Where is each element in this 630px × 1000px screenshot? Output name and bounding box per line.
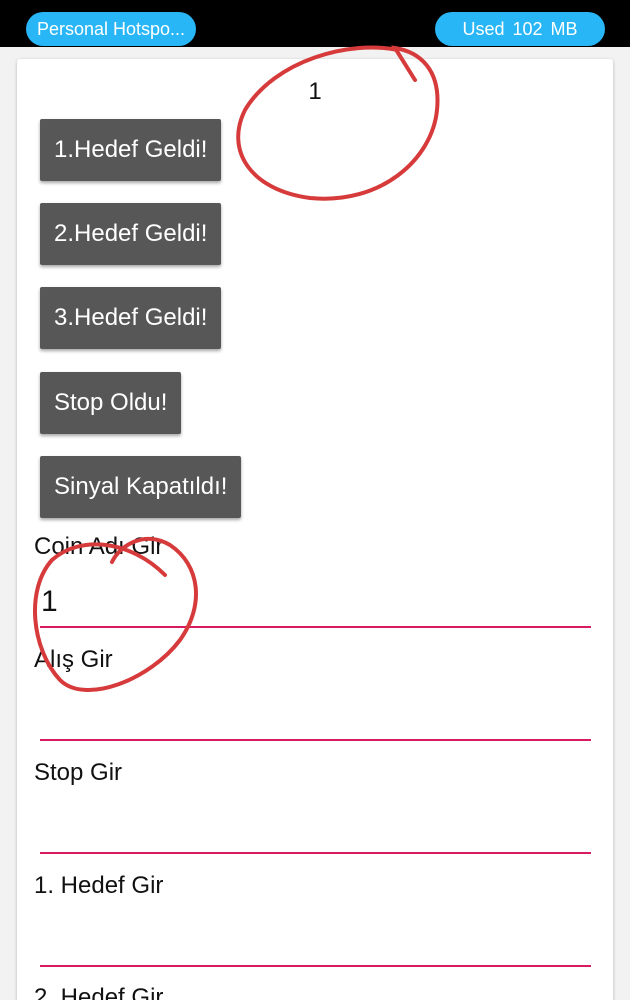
stop-price-field[interactable] [40,812,591,854]
stop-hit-button[interactable]: Stop Oldu! [40,372,182,434]
target-3-reached-button[interactable]: 3.Hedef Geldi! [40,287,222,349]
signal-closed-button[interactable]: Sinyal Kapatıldı! [40,456,242,518]
target-1-label: 1. Hedef Gir [34,872,164,899]
target-1-field[interactable] [40,925,591,967]
coin-name-value[interactable]: 1 [41,585,58,619]
buy-price-label: Alış Gir [34,646,113,673]
target-1-reached-button[interactable]: 1.Hedef Geldi! [40,119,222,181]
stop-price-label: Stop Gir [34,759,123,786]
target-2-label: 2. Hedef Gir [34,984,164,1000]
main-card [17,59,613,1000]
buy-price-field[interactable] [40,699,591,741]
target-2-reached-button[interactable]: 2.Hedef Geldi! [40,203,222,265]
status-bar: Personal Hotspo... Used 102 MB [0,0,630,47]
counter-text: 1 [308,78,322,105]
coin-name-label: Coin Adı Gir [34,533,164,560]
data-usage-pill[interactable]: Used 102 MB [435,12,605,46]
hotspot-pill[interactable]: Personal Hotspo... [26,12,196,46]
coin-name-field[interactable] [40,586,591,628]
